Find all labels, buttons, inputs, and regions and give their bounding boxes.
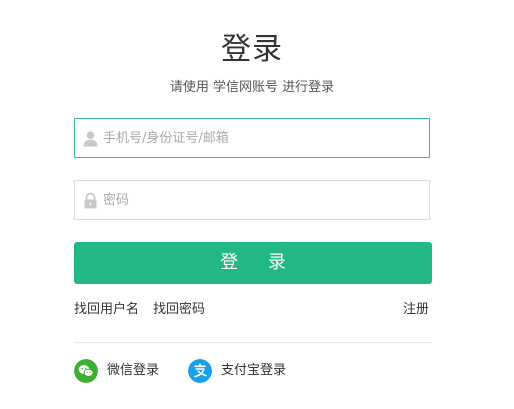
wechat-login-label: 微信登录 xyxy=(107,363,160,378)
username-field[interactable] xyxy=(74,118,430,158)
wechat-icon xyxy=(74,359,98,383)
username-input[interactable] xyxy=(103,119,423,157)
login-page: 登录 请使用 学信网账号 进行登录 登 录 找回用户名 找回密码 注册 微信 xyxy=(0,0,514,409)
alipay-login-button[interactable]: 支付宝登录 xyxy=(188,358,286,384)
find-password-link[interactable]: 找回密码 xyxy=(153,300,205,320)
divider xyxy=(74,342,432,343)
user-icon xyxy=(83,131,98,147)
lock-icon xyxy=(84,192,97,209)
register-link[interactable]: 注册 xyxy=(403,300,429,320)
password-input[interactable] xyxy=(103,181,423,219)
wechat-login-button[interactable]: 微信登录 xyxy=(74,358,159,384)
login-button[interactable]: 登 录 xyxy=(74,242,432,284)
alipay-login-label: 支付宝登录 xyxy=(221,363,287,378)
find-username-link[interactable]: 找回用户名 xyxy=(74,300,139,320)
page-subtitle: 请使用 学信网账号 进行登录 xyxy=(169,80,335,95)
alipay-icon xyxy=(188,359,212,383)
password-field[interactable] xyxy=(74,180,430,220)
page-title: 登录 xyxy=(221,32,283,67)
